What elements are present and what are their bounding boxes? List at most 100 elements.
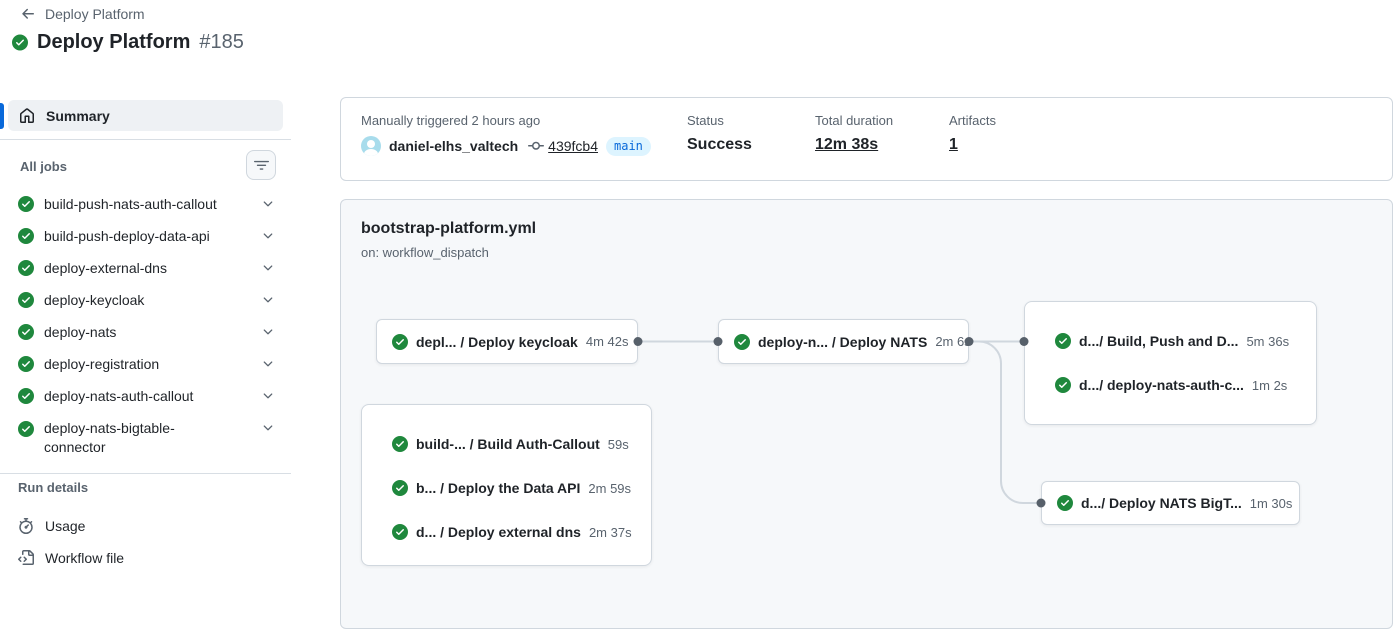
job-label: deploy-nats [44, 323, 116, 342]
graph-group-deploy: build-... / Build Auth-Callout 59s b... … [361, 404, 652, 566]
branch-badge[interactable]: main [606, 137, 651, 156]
run-details-heading: Run details [18, 480, 88, 495]
sidebar-job-deploy-keycloak[interactable]: deploy-keycloak [0, 284, 291, 316]
chevron-down-icon[interactable] [261, 325, 275, 339]
graph-node-build-auth-callout[interactable]: build-... / Build Auth-Callout 59s [392, 431, 635, 457]
back-arrow-icon[interactable] [20, 6, 36, 22]
graph-node-deploy-keycloak[interactable]: depl... / Deploy keycloak 4m 42s [376, 319, 638, 364]
sidebar-job-build-push-nats-auth-callout[interactable]: build-push-nats-auth-callout [0, 188, 291, 220]
chevron-down-icon[interactable] [261, 421, 275, 435]
chevron-down-icon[interactable] [261, 389, 275, 403]
filter-jobs-button[interactable] [246, 150, 276, 180]
success-check-icon [1055, 333, 1071, 349]
job-label: build-push-nats-auth-callout [44, 195, 217, 214]
stopwatch-icon [18, 518, 34, 534]
graph-node-deploy-data-api[interactable]: b... / Deploy the Data API 2m 59s [392, 475, 635, 501]
workflow-file-label: Workflow file [45, 550, 124, 566]
success-check-icon [18, 324, 34, 340]
file-code-icon [18, 550, 34, 566]
sidebar-job-deploy-nats[interactable]: deploy-nats [0, 316, 291, 348]
trigger-text: Manually triggered 2 hours ago [361, 113, 540, 128]
breadcrumb-label[interactable]: Deploy Platform [45, 6, 145, 22]
main-content: Manually triggered 2 hours ago daniel-el… [340, 97, 1393, 181]
job-label: deploy-external-dns [44, 259, 167, 278]
sidebar-divider [0, 473, 291, 474]
duration-label: Total duration [815, 113, 893, 128]
node-label: d.../ deploy-nats-auth-c... [1079, 377, 1244, 393]
sidebar-job-deploy-nats-auth-callout[interactable]: deploy-nats-auth-callout [0, 380, 291, 412]
success-check-icon [12, 32, 28, 53]
graph-node-deploy-nats-auth-callout[interactable]: d.../ deploy-nats-auth-c... 1m 2s [1055, 372, 1300, 398]
duration-column: Total duration 12m 38s [815, 113, 893, 154]
run-number: #185 [199, 31, 244, 54]
graph-node-deploy-external-dns[interactable]: d... / Deploy external dns 2m 37s [392, 519, 635, 545]
commit-sha-link[interactable]: 439fcb4 [548, 138, 598, 154]
success-check-icon [18, 196, 34, 212]
success-check-icon [18, 388, 34, 404]
sidebar-divider [0, 139, 291, 140]
success-check-icon [18, 260, 34, 276]
status-label: Status [687, 113, 752, 128]
sidebar-job-build-push-deploy-data-api[interactable]: build-push-deploy-data-api [0, 220, 291, 252]
sidebar: Summary All jobs build-push-nats-auth-ca… [0, 97, 291, 608]
usage-label: Usage [45, 518, 85, 534]
node-duration: 4m 42s [586, 334, 629, 349]
sidebar-job-deploy-nats-bigtable-connector[interactable]: deploy-nats-bigtable-connector [0, 412, 291, 464]
home-icon [19, 108, 35, 124]
breadcrumb[interactable]: Deploy Platform [20, 6, 145, 22]
sidebar-item-summary[interactable]: Summary [8, 100, 283, 131]
node-duration: 2m 59s [588, 481, 631, 496]
duration-value[interactable]: 12m 38s [815, 136, 893, 154]
job-label: deploy-nats-auth-callout [44, 387, 193, 406]
graph-node-build-push-deploy[interactable]: d.../ Build, Push and D... 5m 36s [1055, 328, 1300, 354]
job-label: deploy-keycloak [44, 291, 144, 310]
filter-icon [254, 158, 269, 173]
graph-node-deploy-nats-bigtable[interactable]: d.../ Deploy NATS BigT... 1m 30s [1041, 481, 1300, 525]
avatar[interactable] [361, 136, 381, 156]
actor-row: daniel-elhs_valtech 439fcb4 main [361, 136, 651, 156]
sidebar-job-deploy-external-dns[interactable]: deploy-external-dns [0, 252, 291, 284]
artifacts-column: Artifacts 1 [949, 113, 996, 154]
success-check-icon [734, 334, 750, 350]
node-label: d.../ Build, Push and D... [1079, 333, 1238, 349]
artifacts-label: Artifacts [949, 113, 996, 128]
workflow-file-name: bootstrap-platform.yml [361, 220, 536, 238]
chevron-down-icon[interactable] [261, 197, 275, 211]
all-jobs-heading: All jobs [20, 159, 67, 174]
success-check-icon [18, 356, 34, 372]
chevron-down-icon[interactable] [261, 357, 275, 371]
success-check-icon [392, 524, 408, 540]
node-duration: 1m 30s [1250, 496, 1293, 511]
success-check-icon [392, 436, 408, 452]
job-list: build-push-nats-auth-callout build-push-… [0, 188, 291, 464]
sidebar-item-usage[interactable]: Usage [0, 510, 291, 542]
node-duration: 5m 36s [1246, 334, 1289, 349]
node-duration: 2m 37s [589, 525, 632, 540]
node-label: d... / Deploy external dns [416, 524, 581, 540]
graph-group-build-push: d.../ Build, Push and D... 5m 36s d.../ … [1024, 301, 1317, 425]
success-check-icon [1057, 495, 1073, 511]
node-label: depl... / Deploy keycloak [416, 334, 578, 350]
run-title: Deploy Platform #185 [12, 31, 244, 54]
graph-node-deploy-nats[interactable]: deploy-n... / Deploy NATS 2m 6s [718, 319, 969, 364]
node-label: deploy-n... / Deploy NATS [758, 334, 927, 350]
node-label: b... / Deploy the Data API [416, 480, 580, 496]
job-label: deploy-nats-bigtable-connector [44, 419, 234, 457]
success-check-icon [392, 480, 408, 496]
actor-name[interactable]: daniel-elhs_valtech [389, 138, 518, 154]
status-column: Status Success [687, 113, 752, 154]
git-commit-icon [528, 138, 544, 154]
status-value: Success [687, 136, 752, 154]
chevron-down-icon[interactable] [261, 293, 275, 307]
artifacts-count[interactable]: 1 [949, 136, 996, 154]
sidebar-item-workflow-file[interactable]: Workflow file [0, 542, 291, 574]
chevron-down-icon[interactable] [261, 261, 275, 275]
page-title: Deploy Platform [37, 31, 190, 54]
sidebar-job-deploy-registration[interactable]: deploy-registration [0, 348, 291, 380]
success-check-icon [18, 292, 34, 308]
run-info-card: Manually triggered 2 hours ago daniel-el… [340, 97, 1393, 181]
node-label: build-... / Build Auth-Callout [416, 436, 600, 452]
node-label: d.../ Deploy NATS BigT... [1081, 495, 1242, 511]
job-label: build-push-deploy-data-api [44, 227, 210, 246]
chevron-down-icon[interactable] [261, 229, 275, 243]
